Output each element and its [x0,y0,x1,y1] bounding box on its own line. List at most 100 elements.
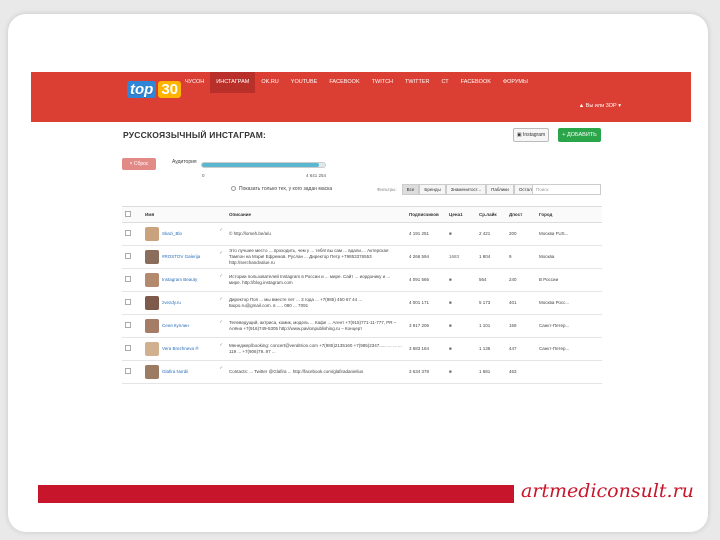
row-city: В России [536,268,602,292]
account-name[interactable]: Instagram Beauty [162,277,197,282]
row-city: Санкт-Петер... [536,314,602,338]
nav-item[interactable]: СТ [435,72,454,93]
col-city[interactable]: Город [536,206,602,223]
col-select[interactable] [122,206,142,223]
filter-publics[interactable]: Паблики [486,184,514,195]
row-select[interactable] [122,314,142,338]
check-icon[interactable]: ✓ [219,227,223,233]
row-price: ■ [446,314,476,338]
brand-text: artmediconsult.ru [521,480,694,502]
reset-button[interactable]: × Сброс [122,158,156,170]
checkbox-icon [125,368,131,374]
nav-item[interactable]: YOUTUBE [285,72,324,93]
row-city [536,360,602,384]
footer-bar [38,485,514,503]
row-price: ■ [446,222,476,246]
checkbox-icon [125,322,131,328]
row-city: Москва Росс... [536,291,602,315]
search-input[interactable]: Поиск [532,184,601,195]
avatar[interactable] [145,365,159,379]
audience-label: Аудитория [172,159,197,165]
audience-slider[interactable] [201,162,326,168]
table-row[interactable]: Vera Brezhneva ® ✓ Менеджер/booking: conce… [122,337,602,361]
account-name[interactable]: Skazi_Blo [162,231,182,236]
table-row[interactable]: #ROSTOV Galerija ✓ Это лучшее место ....пр… [122,245,602,269]
check-icon[interactable]: ✓ [219,296,223,302]
row-price: ■ [446,337,476,361]
checkbox-icon [125,253,131,259]
row-name-cell: #ROSTOV Galerija ✓ [142,245,226,269]
row-likes: 2 421 [476,222,506,246]
nav-item[interactable]: TWITTER [399,72,435,93]
top-navigation-bar: top 30 ЧУСОН ИНСТАГРАМ OK.RU YOUTUBE FAC… [31,72,691,122]
row-select[interactable] [122,360,142,384]
filter-brands[interactable]: Бренды [419,184,446,195]
nav-item[interactable]: OK.RU [255,72,284,93]
account-name[interactable]: zvezdy.ru [162,300,181,305]
filter-all[interactable]: Все [401,184,420,195]
table-row[interactable]: Сеня Куплин ✓ Телеведущий, актриса, комик,… [122,314,602,338]
row-select[interactable] [122,291,142,315]
row-name-cell: Instagram Beauty ✓ [142,268,226,292]
row-description: Директор Поп ... мы вместе лет ... 3 год… [226,291,406,315]
row-price: ■ [446,360,476,384]
check-icon[interactable]: ✓ [219,319,223,325]
embedded-screenshot: top 30 ЧУСОН ИНСТАГРАМ OK.RU YOUTUBE FAC… [31,72,691,404]
table-row[interactable]: Instagram Beauty ✓ Истории пользователей I… [122,268,602,292]
check-icon[interactable]: ✓ [219,365,223,371]
checkbox-icon [125,230,131,236]
mask-checkbox[interactable]: Показать только тех, у кого задан маска [231,186,332,192]
nav-item[interactable]: ФОРУМЫ [497,72,534,93]
col-subscribers[interactable]: Подписчиков [406,206,446,223]
check-icon[interactable]: ✓ [219,273,223,279]
add-button[interactable]: + ДОБАВИТЬ [558,128,601,142]
check-icon[interactable]: ✓ [219,342,223,348]
account-name[interactable]: Glafira Nordii [162,369,188,374]
row-subscribers: 4 191 251 [406,222,446,246]
table-row[interactable]: zvezdy.ru ✓ Директор Поп ... мы вместе лет… [122,291,602,315]
row-description: © http://lomeh.be/a/u [226,222,406,246]
nav-item[interactable]: ЧУСОН [179,72,210,93]
col-likes[interactable]: Ср.лайк [476,206,506,223]
table-row[interactable]: Skazi_Blo ✓ © http://lomeh.be/a/u 4 191 251… [122,222,602,246]
row-select[interactable] [122,245,142,269]
account-name[interactable]: Vera Brezhneva ® [162,346,199,351]
row-subscribers: 4 266 594 [406,245,446,269]
account-name[interactable]: Сеня Куплин [162,323,189,328]
filter-group: Фильтры: Все Бренды Знаменитост... Пабли… [377,184,547,195]
user-menu[interactable]: ▲ Вы или 3ОР ▾ [579,103,621,109]
nav-item[interactable]: TWITCH [366,72,399,93]
row-posts: 240 [506,268,536,292]
table-row[interactable]: Glafira Nordii ✓ Contacts: ... Twitter @Gl… [122,360,602,384]
col-description[interactable]: Описание [226,206,406,223]
row-posts: 9 [506,245,536,269]
avatar[interactable] [145,227,159,241]
avatar[interactable] [145,250,159,264]
account-name[interactable]: #ROSTOV Galerija [162,254,200,259]
row-likes: 1 681 [476,360,506,384]
row-select[interactable] [122,268,142,292]
col-posts[interactable]: Дпост [506,206,536,223]
checkbox-icon [125,211,131,217]
nav-item[interactable]: FACEBOOK [455,72,497,93]
avatar[interactable] [145,296,159,310]
checkbox-icon [125,276,131,282]
col-price[interactable]: Цена1 [446,206,476,223]
instagram-button[interactable]: ▣ Instagram [513,128,549,142]
row-name-cell: zvezdy.ru ✓ [142,291,226,315]
filter-celebrities[interactable]: Знаменитост... [445,184,487,195]
row-name-cell: Сеня Куплин ✓ [142,314,226,338]
top30-logo[interactable]: top 30 [127,79,182,99]
row-name-cell: Vera Brezhneva ® ✓ [142,337,226,361]
col-name[interactable]: Имя [142,206,226,223]
row-select[interactable] [122,222,142,246]
check-icon[interactable]: ✓ [219,250,223,256]
row-subscribers: 4 091 566 [406,268,446,292]
avatar[interactable] [145,319,159,333]
row-description: Менеджер/booking: concert@veraltrion.com… [226,337,406,361]
nav-item-instagram[interactable]: ИНСТАГРАМ [210,72,256,93]
row-select[interactable] [122,337,142,361]
nav-item[interactable]: FACEBOOK [323,72,365,93]
avatar[interactable] [145,273,159,287]
avatar[interactable] [145,342,159,356]
